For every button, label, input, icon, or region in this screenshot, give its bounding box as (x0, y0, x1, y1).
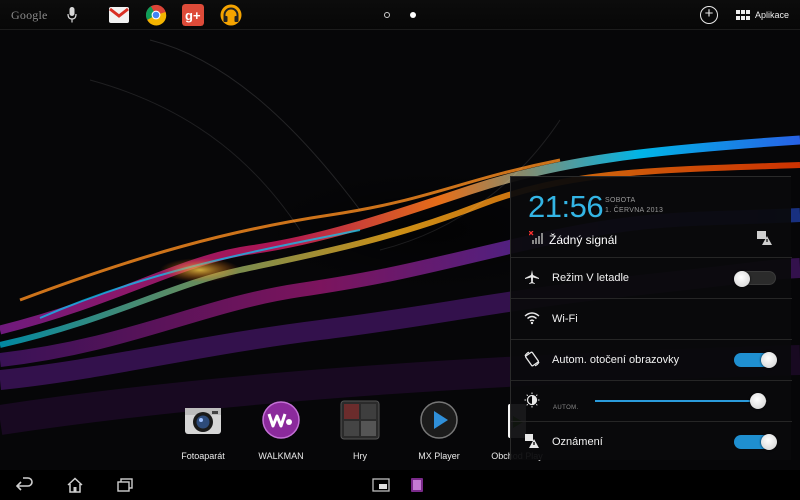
svg-text:g+: g+ (185, 8, 201, 23)
panel-date: 1. ČERVNA 2013 (605, 207, 664, 214)
chrome-icon[interactable] (145, 4, 167, 26)
toggle-knob (734, 271, 750, 287)
headphones-icon[interactable] (220, 4, 242, 26)
walkman-icon (262, 401, 300, 439)
brightness-slider[interactable] (595, 393, 767, 409)
airplane-mode-label: Režim V letadle (552, 272, 630, 284)
brightness-slider-knob[interactable] (750, 393, 767, 409)
home-icon[interactable] (66, 477, 84, 493)
dock-mx-player[interactable]: MX Player (404, 400, 474, 461)
signal-text: Žádný signál (549, 233, 618, 247)
dock-camera[interactable]: Fotoaparát (168, 400, 238, 461)
gmail-icon[interactable] (108, 4, 130, 26)
airplane-mode-row[interactable]: Režim V letadle (511, 257, 792, 297)
wifi-icon (524, 312, 540, 325)
top-bar: Google g+ + Aplikace (0, 0, 800, 30)
notification-panel: 21:56 SOBOTA 1. ČERVNA 2013 Žádný signál… (510, 176, 792, 461)
brightness-row: AUTOM. (511, 380, 792, 420)
toggle-knob (761, 352, 777, 368)
small-apps-icon[interactable] (372, 477, 390, 493)
notifications-label: Oznámení (552, 436, 603, 448)
panel-day: SOBOTA (605, 197, 636, 204)
auto-rotate-toggle[interactable] (734, 352, 777, 368)
notifications-toggle[interactable] (734, 434, 777, 450)
auto-rotate-row[interactable]: Autom. otočení obrazovky (511, 339, 792, 379)
dock-walkman[interactable]: WALKMAN (246, 400, 316, 461)
toggle-knob (761, 434, 777, 450)
wifi-row[interactable]: Wi-Fi (511, 298, 792, 338)
brightness-icon (524, 392, 540, 408)
navigation-bar (0, 470, 800, 500)
signal-status: Žádný signál (529, 229, 779, 249)
dock-label: WALKMAN (258, 451, 304, 461)
microphone-icon[interactable] (66, 6, 78, 24)
rotate-icon (524, 351, 540, 367)
notifications-row[interactable]: Oznámení (511, 421, 792, 461)
google-plus-icon[interactable]: g+ (182, 4, 204, 26)
brightness-auto-label[interactable]: AUTOM. (553, 405, 579, 411)
page-indicator-dot-2[interactable] (410, 12, 416, 18)
auto-rotate-label: Autom. otočení obrazovky (552, 354, 680, 366)
dock-label: Fotoaparát (181, 451, 225, 461)
dock-label: MX Player (418, 451, 460, 461)
apps-button-label[interactable]: Aplikace (755, 10, 789, 20)
google-search-label[interactable]: Google (11, 8, 48, 23)
settings-shortcut-icon[interactable] (757, 231, 773, 246)
wifi-label: Wi-Fi (552, 313, 578, 325)
dock-label: Hry (353, 451, 367, 461)
brightness-slider-fill (595, 400, 759, 402)
back-icon[interactable] (16, 477, 34, 493)
add-widget-icon[interactable]: + (700, 6, 718, 24)
camera-icon (185, 408, 221, 434)
airplane-icon (525, 270, 539, 284)
page-indicator-dot-1[interactable] (384, 12, 390, 18)
panel-clock: 21:56 (528, 189, 604, 224)
no-signal-icon (529, 231, 543, 244)
play-icon (420, 401, 458, 439)
airplane-mode-toggle[interactable] (734, 271, 776, 287)
screenshot-app-icon[interactable] (408, 477, 426, 493)
apps-grid-icon[interactable] (736, 10, 750, 20)
recent-apps-icon[interactable] (116, 477, 134, 493)
games-icon (340, 400, 380, 440)
notification-icon (525, 434, 539, 448)
dock-games[interactable]: Hry (325, 400, 395, 461)
